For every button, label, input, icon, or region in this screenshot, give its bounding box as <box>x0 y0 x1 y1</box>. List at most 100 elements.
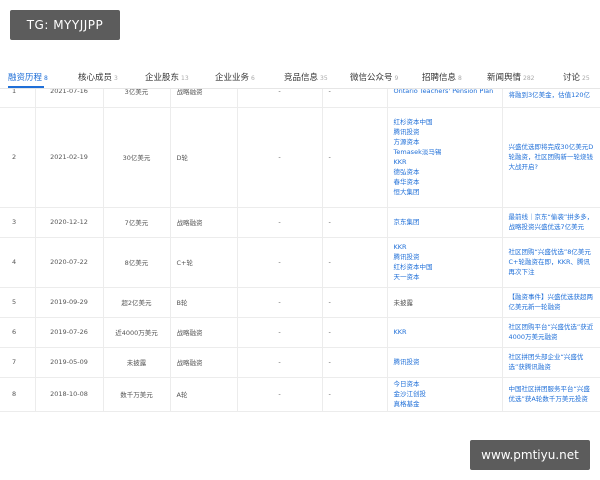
row-index: 2 <box>0 107 36 208</box>
active-tab-indicator <box>8 86 44 88</box>
row-ratio: - <box>322 287 388 318</box>
row-amount: 未披露 <box>103 347 171 378</box>
row-ratio: - <box>322 107 388 208</box>
row-amount: 超2亿美元 <box>103 287 171 318</box>
row-date: 2020-12-12 <box>35 207 104 238</box>
row-news: 中国社区拼团服务平台“兴盛优选”获A轮数千万美元投资 <box>502 377 600 412</box>
row-date: 2019-07-26 <box>35 317 104 348</box>
tab-funding-history[interactable]: 融资历程 8 <box>8 71 48 83</box>
investor-link[interactable]: 德弘资本 <box>394 167 496 177</box>
watermark-top: TG: MYYJJPP <box>10 10 120 40</box>
tab-label: 企业股东 <box>145 73 180 83</box>
investor-link[interactable]: 真格基金 <box>394 399 496 409</box>
investor-link[interactable]: 腾讯投资 <box>394 127 496 137</box>
row-ratio: - <box>322 207 388 238</box>
row-amount: 数千万美元 <box>103 377 171 412</box>
news-link[interactable]: 最前线｜京东“偷袭”拼多多，战略投资兴盛优选7亿美元 <box>509 212 595 232</box>
investor-link[interactable]: KKR <box>394 242 496 252</box>
tab-label: 竞品信息 <box>284 73 319 83</box>
tab-label: 核心成员 <box>78 73 113 83</box>
row-index: 3 <box>0 207 36 238</box>
investor-link[interactable]: 方源资本 <box>394 137 496 147</box>
investor-link[interactable]: Temasek淡马锡 <box>394 147 496 157</box>
tab-count: 3 <box>114 75 118 82</box>
news-link[interactable]: 【融资事件】兴盛优选获超两亿美元新一轮融资 <box>509 292 595 312</box>
row-valuation: - <box>237 377 323 412</box>
investor-link[interactable]: KKR <box>394 157 496 167</box>
tab-discussion[interactable]: 讨论 25 <box>563 71 590 83</box>
news-link[interactable]: 社区团购平台“兴盛优选”获近4000万美元融资 <box>509 322 595 342</box>
tab-jobs[interactable]: 招聘信息 8 <box>422 71 462 83</box>
table-row[interactable]: 5 2019-09-29 超2亿美元 B轮 - - 未披露 【融资事件】兴盛优选… <box>0 287 600 318</box>
tab-count: 13 <box>181 75 189 82</box>
tab-count: 6 <box>251 75 255 82</box>
table-row[interactable]: 6 2019-07-26 近4000万美元 战略融资 - - KKR 社区团购平… <box>0 317 600 348</box>
row-round: B轮 <box>170 287 238 318</box>
tab-label: 微信公众号 <box>350 73 393 83</box>
row-ratio: - <box>322 347 388 378</box>
row-index: 7 <box>0 347 36 378</box>
row-round: 战略融资 <box>170 207 238 238</box>
row-investors: 未披露 <box>387 287 503 318</box>
tab-label: 新闻舆情 <box>487 73 522 83</box>
tab-count: 8 <box>458 75 462 82</box>
tab-shareholders[interactable]: 企业股东 13 <box>145 71 189 83</box>
tab-count: 25 <box>582 75 590 82</box>
row-round: D轮 <box>170 107 238 208</box>
row-index: 4 <box>0 237 36 288</box>
table-row[interactable]: 4 2020-07-22 8亿美元 C+轮 - - KKR 腾讯投资 红杉资本中… <box>0 237 600 288</box>
row-ratio: - <box>322 377 388 412</box>
row-valuation: - <box>237 237 323 288</box>
news-link[interactable]: 社区拼团头部企业“兴盛优选”获腾讯融资 <box>509 352 595 372</box>
investor-link[interactable]: 天一资本 <box>394 272 496 282</box>
investor-link[interactable]: 京东集团 <box>394 217 496 227</box>
tab-business[interactable]: 企业业务 6 <box>215 71 255 83</box>
row-news: 社区团购平台“兴盛优选”获近4000万美元融资 <box>502 317 600 348</box>
tab-news[interactable]: 新闻舆情 282 <box>487 71 534 83</box>
tab-count: 282 <box>523 75 535 82</box>
news-link[interactable]: 中国社区拼团服务平台“兴盛优选”获A轮数千万美元投资 <box>509 384 595 404</box>
investor-link[interactable]: 今日资本 <box>394 379 496 389</box>
investor-link[interactable]: 春华资本 <box>394 177 496 187</box>
row-investors: 红杉资本中国 腾讯投资 方源资本 Temasek淡马锡 KKR 德弘资本 春华资… <box>387 107 503 208</box>
tab-bar: 融资历程 8 核心成员 3 企业股东 13 企业业务 6 竞品信息 35 微信公众号 9 招… <box>0 68 600 89</box>
investor-link[interactable]: 红杉资本中国 <box>394 262 496 272</box>
row-news: 社区团购“兴盛优选”8亿美元C+轮融资在即，KKR、腾讯再次下注 <box>502 237 600 288</box>
investor-text: 未披露 <box>393 299 414 307</box>
row-ratio: - <box>322 237 388 288</box>
investor-link[interactable]: 红杉资本中国 <box>394 117 496 127</box>
table-row[interactable]: 8 2018-10-08 数千万美元 A轮 - - 今日资本 金沙江创投 真格基… <box>0 377 600 412</box>
row-round: 战略融资 <box>170 347 238 378</box>
news-link[interactable]: 兴盛优选即将完成30亿美元D轮融资，社区团购新一轮烧钱大战开启? <box>509 142 595 172</box>
tab-count: 8 <box>44 75 48 82</box>
row-date: 2020-07-22 <box>35 237 104 288</box>
investor-link[interactable]: 腾讯投资 <box>394 357 496 367</box>
row-news: 【融资事件】兴盛优选获超两亿美元新一轮融资 <box>502 287 600 318</box>
row-date: 2019-09-29 <box>35 287 104 318</box>
tab-count: 9 <box>394 75 399 82</box>
row-news: 社区拼团头部企业“兴盛优选”获腾讯融资 <box>502 347 600 378</box>
investor-link[interactable]: 腾讯投资 <box>394 252 496 262</box>
investor-link[interactable]: 金沙江创投 <box>394 389 496 399</box>
table-row[interactable]: 2 2021-02-19 30亿美元 D轮 - - 红杉资本中国 腾讯投资 方源… <box>0 107 600 208</box>
news-link[interactable]: 将融到3亿美金，估值120亿 <box>509 90 595 100</box>
tab-wechat[interactable]: 微信公众号 9 <box>350 71 398 83</box>
table-row[interactable]: 3 2020-12-12 7亿美元 战略融资 - - 京东集团 最前线｜京东“偷… <box>0 207 600 238</box>
row-news: 兴盛优选即将完成30亿美元D轮融资，社区团购新一轮烧钱大战开启? <box>502 107 600 208</box>
row-news: 最前线｜京东“偷袭”拼多多，战略投资兴盛优选7亿美元 <box>502 207 600 238</box>
funding-table: 1 2021-07-16 3亿美元 战略融资 - - Ontario Teach… <box>0 83 600 412</box>
investor-link[interactable]: 恒大集团 <box>394 187 496 197</box>
row-valuation: - <box>237 107 323 208</box>
news-link[interactable]: 社区团购“兴盛优选”8亿美元C+轮融资在即，KKR、腾讯再次下注 <box>509 247 595 277</box>
row-valuation: - <box>237 317 323 348</box>
row-amount: 30亿美元 <box>103 107 171 208</box>
table-row[interactable]: 7 2019-05-09 未披露 战略融资 - - 腾讯投资 社区拼团头部企业“… <box>0 347 600 378</box>
tab-label: 讨论 <box>563 73 581 83</box>
row-valuation: - <box>237 287 323 318</box>
tab-core-members[interactable]: 核心成员 3 <box>78 71 118 83</box>
watermark-bottom: www.pmtiyu.net <box>470 440 590 470</box>
row-round: 战略融资 <box>170 317 238 348</box>
row-investors: 今日资本 金沙江创投 真格基金 <box>387 377 503 412</box>
investor-link[interactable]: KKR <box>394 327 496 337</box>
tab-competitors[interactable]: 竞品信息 35 <box>284 71 328 83</box>
